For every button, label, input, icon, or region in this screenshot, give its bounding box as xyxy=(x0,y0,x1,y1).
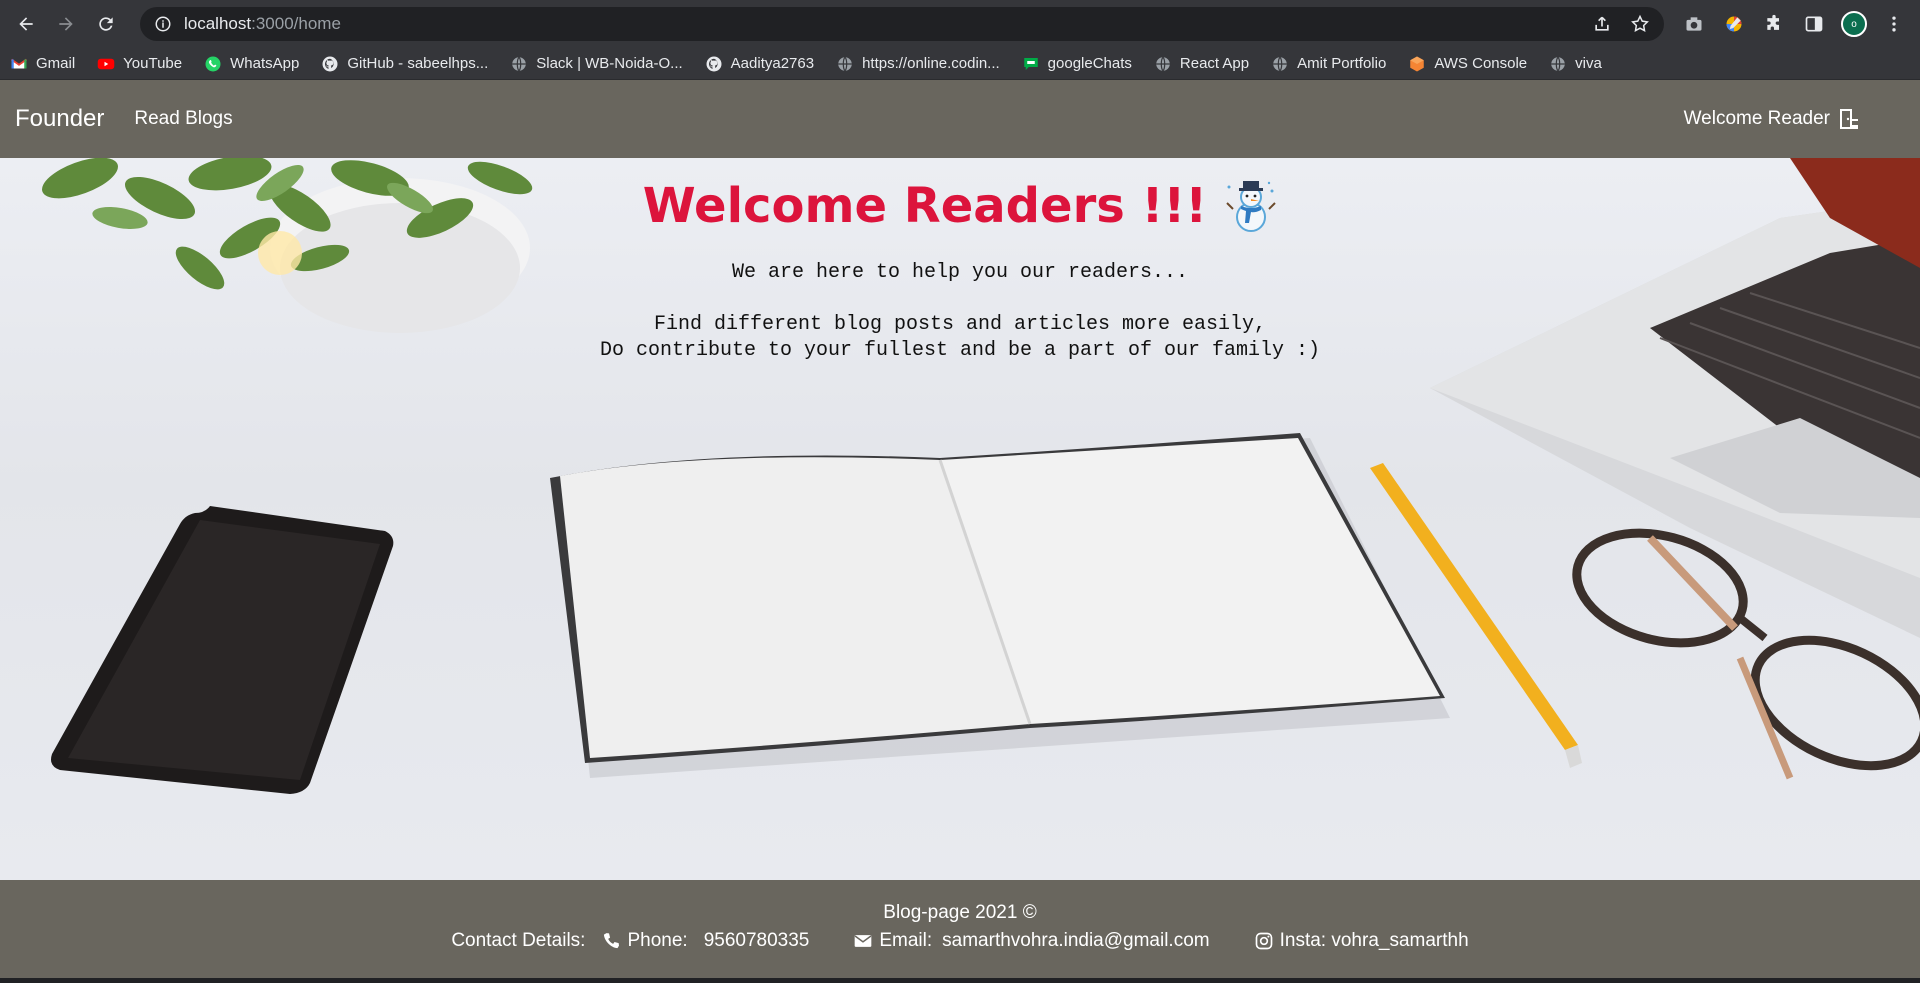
instagram-handle: Insta: vohra_samarthh xyxy=(1279,930,1469,951)
info-icon xyxy=(155,16,171,32)
browser-toolbar: localhost:3000/home o xyxy=(0,0,1920,48)
email-value: samarthvohra.india@gmail.com xyxy=(942,930,1210,951)
youtube-icon xyxy=(97,55,115,73)
welcome-reader-link[interactable]: Welcome Reader xyxy=(1684,107,1860,131)
bookmark-item[interactable]: GitHub - sabeelhps... xyxy=(321,55,488,73)
bookmark-label: YouTube xyxy=(123,55,183,72)
footer-copyright: Blog-page 2021 © xyxy=(883,902,1037,923)
hero-line-3: Do contribute to your fullest and be a p… xyxy=(599,339,1321,362)
avatar: o xyxy=(1841,11,1867,37)
hero-content: Welcome Readers !!! We are here to help … xyxy=(0,178,1920,364)
bookmark-label: React App xyxy=(1179,55,1250,72)
instagram-contact[interactable]: Insta: vohra_samarthh xyxy=(1254,930,1469,952)
globe-icon xyxy=(836,55,854,73)
phone-label: Phone: xyxy=(627,930,688,951)
url-host: localhost xyxy=(184,14,252,33)
phone-value: 9560780335 xyxy=(703,930,810,951)
bookmark-label: WhatsApp xyxy=(230,55,300,72)
hero-description: We are here to help you our readers... F… xyxy=(0,260,1920,364)
read-blogs-link[interactable]: Read Blogs xyxy=(134,108,232,130)
bookmark-item[interactable]: WhatsApp xyxy=(204,55,299,73)
contact-label: Contact Details: xyxy=(451,930,586,951)
google-chat-icon xyxy=(1022,55,1040,73)
bookmark-item[interactable]: Gmail xyxy=(10,55,75,73)
arrow-right-icon xyxy=(59,17,73,31)
bookmark-label: viva xyxy=(1575,55,1602,72)
puzzle-icon[interactable] xyxy=(1756,6,1792,42)
hero-line-2: Find different blog posts and articles m… xyxy=(653,313,1267,336)
logout-door-icon xyxy=(1840,109,1858,129)
gmail-icon xyxy=(10,55,28,73)
address-bar[interactable]: localhost:3000/home xyxy=(140,7,1664,41)
bookmark-label: AWS Console xyxy=(1434,55,1528,72)
bookmark-item[interactable]: Aaditya2763 xyxy=(705,55,814,73)
bookmark-item[interactable]: React App xyxy=(1154,55,1249,73)
phone-icon xyxy=(604,933,620,949)
welcome-reader-label: Welcome Reader xyxy=(1683,108,1830,129)
bookmark-label: GitHub - sabeelhps... xyxy=(347,55,489,72)
github-icon xyxy=(321,55,339,73)
arrow-left-icon xyxy=(19,17,33,31)
email-label: Email: xyxy=(879,930,933,951)
forward-button[interactable] xyxy=(48,6,84,42)
bookmark-item[interactable]: googleChats xyxy=(1022,55,1132,73)
reload-icon xyxy=(99,17,113,31)
bookmark-item[interactable]: YouTube xyxy=(97,55,182,73)
bookmarks-bar: Gmail YouTube WhatsApp GitHub - sabeelhps..… xyxy=(0,48,1920,80)
whatsapp-icon xyxy=(204,55,222,73)
bookmark-item[interactable]: https://online.codin... xyxy=(836,55,1000,73)
footer-contact-row: Contact Details: Phone: 9560780335 Email… xyxy=(0,930,1920,952)
bookmark-label: https://online.codin... xyxy=(862,55,1000,72)
site-footer: Blog-page 2021 © Contact Details: Phone:… xyxy=(0,880,1920,978)
phone-contact: Phone: 9560780335 xyxy=(601,930,809,952)
hero-title-text: Welcome Readers !!! xyxy=(642,178,1208,234)
star-icon[interactable] xyxy=(1630,14,1650,34)
profile-avatar[interactable]: o xyxy=(1836,6,1872,42)
bookmark-label: Aaditya2763 xyxy=(730,55,815,72)
envelope-icon xyxy=(854,935,872,947)
url-path: :3000/home xyxy=(251,14,341,33)
menu-dots-icon[interactable] xyxy=(1876,6,1912,42)
hero-line-1: We are here to help you our readers... xyxy=(731,261,1189,284)
hero-section: Welcome Readers !!! We are here to help … xyxy=(0,158,1920,880)
globe-icon xyxy=(1154,55,1172,73)
bookmark-label: Gmail xyxy=(36,55,76,72)
bookmark-item[interactable]: Amit Portfolio xyxy=(1271,55,1386,73)
snowman-icon xyxy=(1226,181,1276,232)
bookmark-item[interactable]: AWS Console xyxy=(1408,55,1527,73)
bookmark-item[interactable]: Slack | WB-Noida-O... xyxy=(510,55,683,73)
reload-button[interactable] xyxy=(88,6,124,42)
email-contact[interactable]: Email: samarthvohra.india@gmail.com xyxy=(853,930,1210,952)
aws-icon xyxy=(1408,55,1426,73)
hero-heading: Welcome Readers !!! xyxy=(643,178,1277,234)
side-panel-icon[interactable] xyxy=(1796,6,1832,42)
globe-icon xyxy=(1271,55,1289,73)
bookmark-label: googleChats xyxy=(1047,55,1132,72)
instagram-icon xyxy=(1255,932,1272,950)
share-icon[interactable] xyxy=(1592,14,1612,34)
site-navbar: Founder Read Blogs Welcome Reader xyxy=(0,80,1920,158)
bookmark-item[interactable]: viva xyxy=(1549,55,1602,73)
brand-link[interactable]: Founder xyxy=(15,105,104,133)
globe-icon xyxy=(1549,55,1567,73)
github-icon xyxy=(705,55,723,73)
back-button[interactable] xyxy=(8,6,44,42)
camera-extension-icon[interactable] xyxy=(1676,6,1712,42)
bookmark-label: Slack | WB-Noida-O... xyxy=(536,55,683,72)
bookmark-label: Amit Portfolio xyxy=(1297,55,1387,72)
globe-icon xyxy=(510,55,528,73)
color-picker-extension-icon[interactable] xyxy=(1716,6,1752,42)
